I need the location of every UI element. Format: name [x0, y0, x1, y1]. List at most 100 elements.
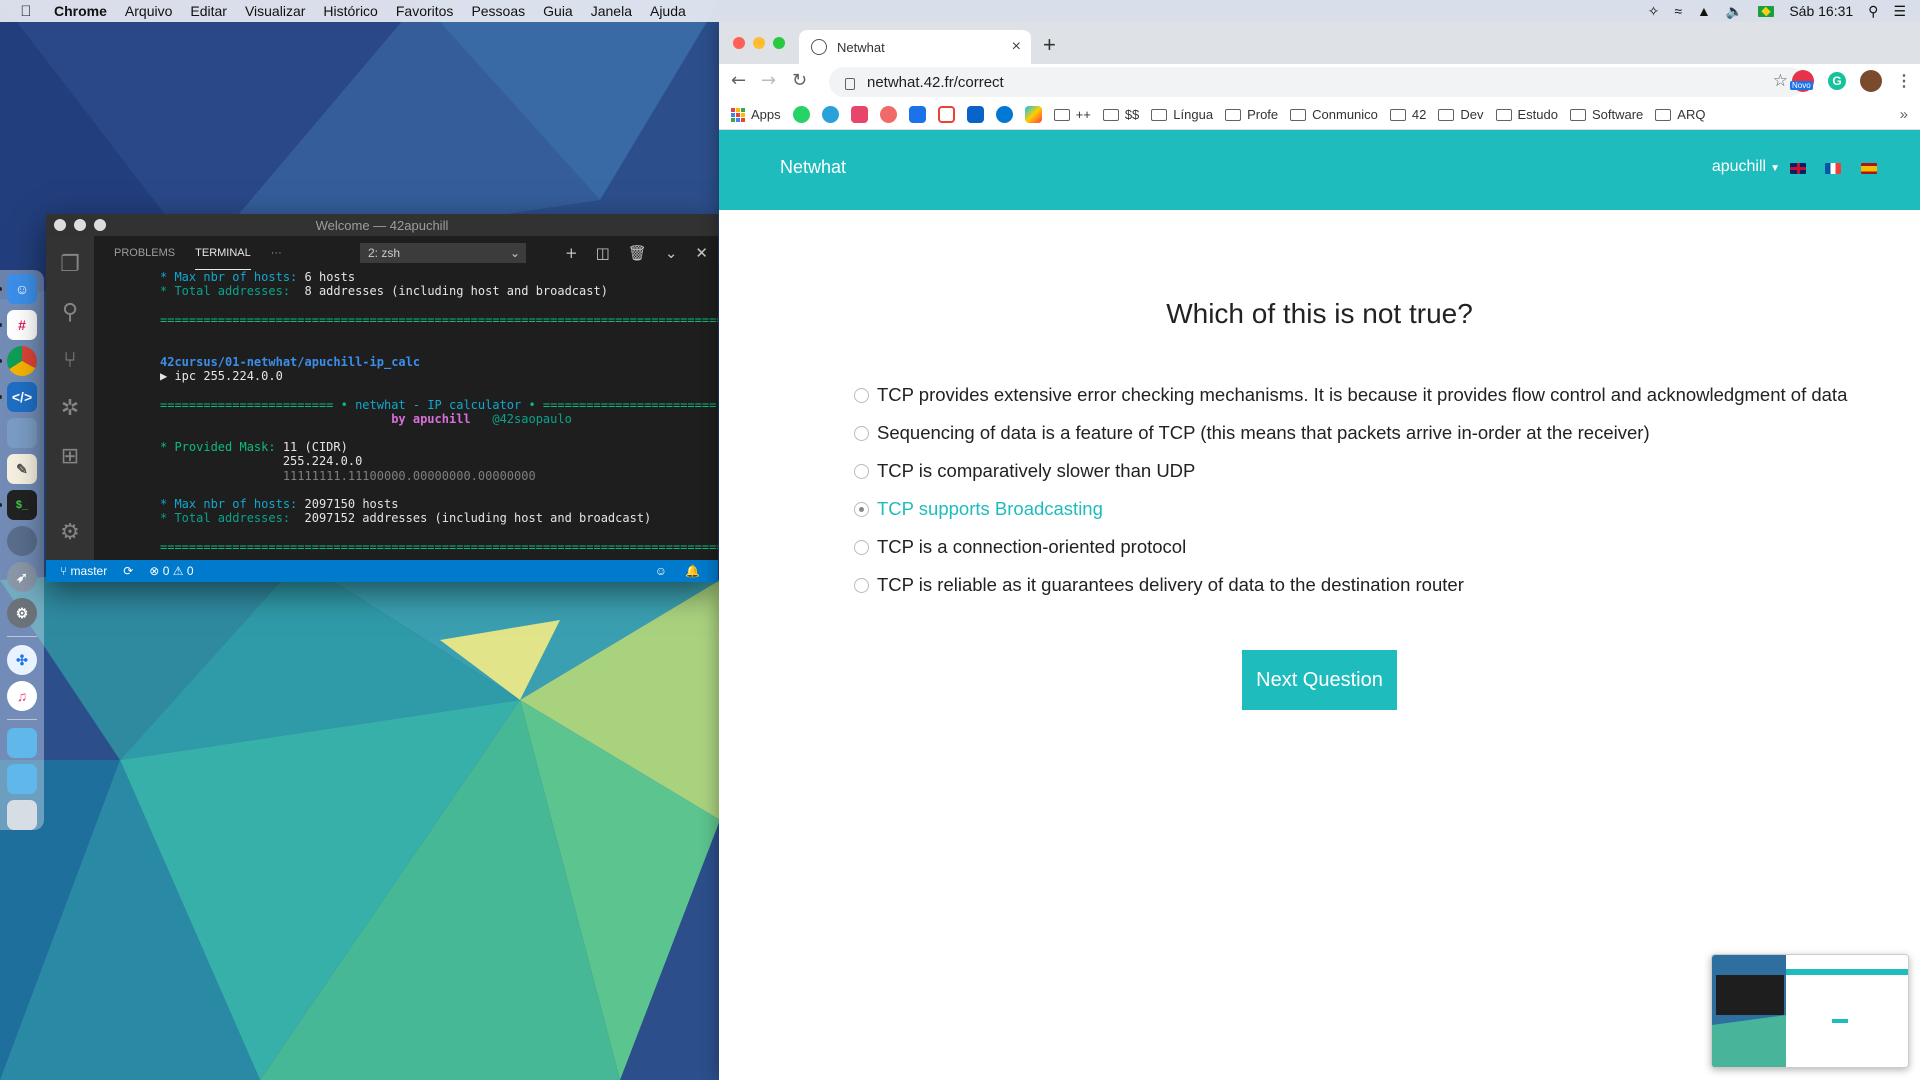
chevron-down-icon[interactable]: ⌄ [665, 236, 678, 270]
new-tab-button[interactable]: + [1043, 32, 1056, 58]
telegram-icon[interactable] [821, 106, 839, 123]
bookmark-icon[interactable] [850, 106, 868, 123]
bookmark-folder[interactable]: Profe [1225, 107, 1278, 122]
lock-icon[interactable] [845, 78, 855, 90]
menu-app-name[interactable]: Chrome [52, 3, 116, 19]
answer-label[interactable]: TCP is comparatively slower than UDP [877, 460, 1195, 482]
answer-option[interactable]: TCP is reliable as it guarantees deliver… [854, 566, 1847, 604]
menu-ajuda[interactable]: Ajuda [641, 3, 695, 19]
terminal-icon[interactable]: $_ [0, 490, 37, 520]
git-branch[interactable]: ⑂ master [60, 564, 107, 578]
spotlight-icon[interactable]: ⚲ [1868, 3, 1878, 20]
downloads-folder-icon[interactable] [7, 764, 37, 794]
screenshot-thumbnail[interactable] [1711, 954, 1909, 1068]
menu-editar[interactable]: Editar [181, 3, 236, 19]
extension-icon[interactable]: Novo [1790, 70, 1814, 92]
system-preferences-icon[interactable]: ⚙ [7, 598, 37, 628]
flag-french-icon[interactable] [1825, 163, 1841, 174]
chrome-menu-icon[interactable]: ⋮ [1896, 71, 1912, 91]
notification-center-icon[interactable]: ☰ [1893, 3, 1906, 20]
menu-guia[interactable]: Guia [534, 3, 582, 19]
answer-label[interactable]: Sequencing of data is a feature of TCP (… [877, 422, 1650, 444]
menu-pessoas[interactable]: Pessoas [462, 3, 534, 19]
flag-spanish-icon[interactable] [1861, 163, 1877, 174]
new-terminal-icon[interactable]: + [565, 236, 578, 270]
slack-icon[interactable]: # [0, 310, 37, 340]
bookmark-folder[interactable]: Conmunico [1290, 107, 1378, 122]
trash-icon[interactable] [7, 800, 37, 830]
apple-menu-icon[interactable]:  [0, 3, 52, 20]
answer-label[interactable]: TCP is reliable as it guarantees deliver… [877, 574, 1464, 596]
bookmark-folder[interactable]: Dev [1438, 107, 1484, 122]
radio-button[interactable] [854, 387, 869, 403]
answer-option[interactable]: Sequencing of data is a feature of TCP (… [854, 414, 1847, 452]
menu-arquivo[interactable]: Arquivo [116, 3, 181, 19]
back-icon[interactable]: ← [731, 70, 746, 91]
close-icon[interactable]: ✕ [695, 236, 708, 270]
disk-utility-icon[interactable] [7, 526, 37, 556]
safari-icon[interactable]: ✣ [7, 645, 37, 675]
user-menu[interactable]: apuchill ▼ [1712, 158, 1780, 176]
settings-gear-icon[interactable]: ⚙ [57, 520, 83, 546]
bell-icon[interactable]: 🔔 [685, 564, 700, 578]
address-bar[interactable]: netwhat.42.fr/correct ☆ [829, 67, 1804, 97]
bookmark-apps[interactable]: Apps [731, 107, 781, 122]
bookmarks-overflow-button[interactable]: » [1900, 106, 1908, 123]
answer-option-selected[interactable]: TCP supports Broadcasting [854, 490, 1847, 528]
bookmark-star-icon[interactable]: ☆ [1773, 71, 1788, 91]
explorer-icon[interactable]: ❐ [57, 252, 83, 278]
forward-icon[interactable]: → [761, 70, 776, 91]
next-question-button[interactable]: Next Question [1242, 650, 1397, 710]
problems-summary[interactable]: ⊗ 0 ⚠ 0 [149, 564, 193, 578]
tab-more[interactable]: ··· [271, 236, 282, 270]
system-info-icon[interactable] [7, 418, 37, 448]
menu-visualizar[interactable]: Visualizar [236, 3, 314, 19]
minimize-window-button[interactable] [753, 37, 765, 49]
whatsapp-icon[interactable] [792, 106, 810, 123]
search-icon[interactable]: ⚲ [57, 300, 83, 326]
calendar-icon[interactable] [908, 106, 926, 123]
answer-option[interactable]: TCP is a connection-oriented protocol [854, 528, 1847, 566]
close-tab-icon[interactable]: × [1012, 38, 1021, 56]
play-store-icon[interactable] [1024, 106, 1042, 123]
radio-button[interactable] [854, 539, 869, 555]
textedit-icon[interactable]: ✎ [7, 454, 37, 484]
asana-icon[interactable] [879, 106, 897, 123]
split-terminal-icon[interactable]: ◫ [596, 236, 610, 270]
vscode-icon[interactable]: </> [0, 382, 37, 412]
radio-button[interactable] [854, 425, 869, 441]
close-window-button[interactable] [733, 37, 745, 49]
answer-label[interactable]: TCP is a connection-oriented protocol [877, 536, 1186, 558]
site-brand[interactable]: Netwhat [780, 157, 846, 178]
bookmark-folder[interactable]: Estudo [1495, 107, 1558, 122]
airplay-icon[interactable]: ▲ [1697, 3, 1711, 19]
menu-favoritos[interactable]: Favoritos [387, 3, 463, 19]
answer-label[interactable]: TCP supports Broadcasting [877, 498, 1103, 520]
flag-english-icon[interactable] [1790, 163, 1806, 174]
grammarly-icon[interactable]: G [1828, 72, 1846, 90]
zoom-window-button[interactable] [773, 37, 785, 49]
answer-label[interactable]: TCP provides extensive error checking me… [877, 384, 1847, 406]
tab-problems[interactable]: PROBLEMS [114, 236, 175, 270]
reload-icon[interactable]: ↻ [792, 70, 807, 91]
profile-avatar[interactable] [1860, 70, 1882, 92]
folder-icon[interactable] [7, 728, 37, 758]
bookmark-folder[interactable]: 42 [1389, 107, 1426, 122]
volume-icon[interactable]: 🔈 [1726, 3, 1743, 20]
gmail-icon[interactable] [937, 106, 955, 123]
trash-icon[interactable]: 🗑 [628, 236, 647, 270]
radio-button[interactable] [854, 577, 869, 593]
bookmark-folder[interactable]: ++ [1053, 107, 1091, 122]
menu-historico[interactable]: Histórico [314, 3, 386, 19]
wifi-icon[interactable]: ≈ [1674, 3, 1682, 19]
radio-button[interactable] [854, 463, 869, 479]
finder-icon[interactable]: ☺ [0, 274, 37, 304]
bookmark-folder[interactable]: Língua [1151, 107, 1213, 122]
debug-icon[interactable]: ✲ [57, 396, 83, 422]
terminal-selector[interactable]: 2: zsh ⌄ [360, 243, 526, 263]
onedrive-icon[interactable] [995, 106, 1013, 123]
close-window-button[interactable] [54, 219, 66, 231]
outlook-icon[interactable] [966, 106, 984, 123]
answer-option[interactable]: TCP provides extensive error checking me… [854, 376, 1847, 414]
bookmark-folder[interactable]: $$ [1102, 107, 1139, 122]
